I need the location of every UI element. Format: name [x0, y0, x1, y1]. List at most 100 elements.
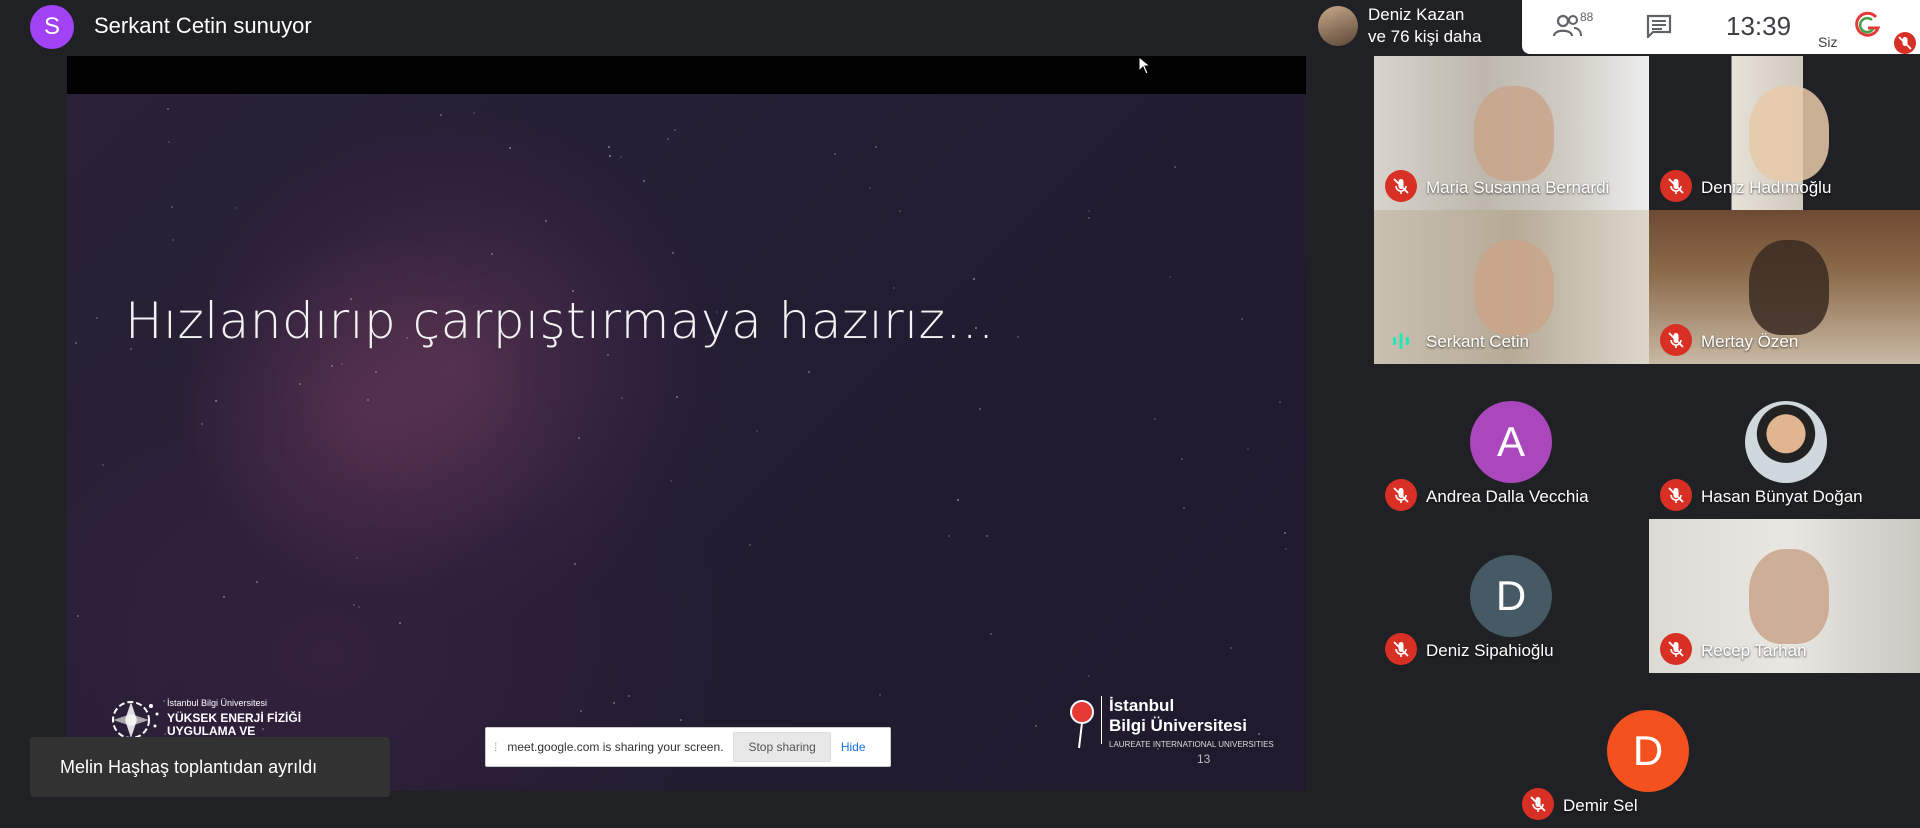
- mic-off-icon: [1660, 170, 1692, 202]
- participant-name: Serkant Cetin: [1426, 332, 1529, 351]
- sharing-status-text: meet.google.com is sharing your screen.: [507, 740, 724, 754]
- presenter-title: Serkant Cetin sunuyor: [94, 13, 312, 38]
- participant-tile[interactable]: A Andrea Dalla Vecchia: [1374, 365, 1649, 519]
- star: [620, 156, 622, 158]
- star: [1279, 401, 1281, 403]
- star: [893, 287, 895, 289]
- bilgi-logo-mark: [1070, 700, 1094, 749]
- audio-wave-icon: [1385, 324, 1417, 356]
- star: [1035, 725, 1037, 727]
- star: [353, 604, 355, 606]
- participant-tile[interactable]: Hasan Bünyat Doğan: [1649, 365, 1920, 519]
- star: [96, 317, 98, 319]
- star: [235, 207, 237, 209]
- star: [672, 252, 674, 254]
- participant-avatar: A: [1470, 401, 1552, 483]
- star: [509, 147, 511, 149]
- participant-tile[interactable]: Maria Susanna Bernardi: [1374, 56, 1649, 210]
- star: [215, 400, 217, 402]
- star: [621, 397, 623, 399]
- star: [608, 146, 610, 148]
- star: [1230, 647, 1232, 649]
- star: [808, 371, 810, 373]
- star: [356, 557, 358, 559]
- star: [367, 399, 369, 401]
- star: [1241, 318, 1243, 320]
- star: [670, 480, 672, 482]
- star: [680, 719, 682, 721]
- hep-logo-line2: UYGULAMA VE: [167, 724, 256, 738]
- star: [676, 396, 678, 398]
- bilgi-university-logo: İstanbul Bilgi Üniversitesi LAUREATE INT…: [1047, 694, 1287, 754]
- slide-heading: Hızlandırıp çarpıştırmaya hazırız...: [125, 292, 995, 350]
- self-mic-off-icon: [1894, 32, 1916, 54]
- participant-avatar: D: [1470, 555, 1552, 637]
- participant-name: Andrea Dalla Vecchia: [1426, 487, 1589, 506]
- star: [990, 633, 992, 635]
- participant-photo: [1745, 401, 1827, 483]
- star: [875, 146, 877, 148]
- bilgi-logo-line1: İstanbul: [1109, 696, 1175, 715]
- hep-logo-university: İstanbul Bilgi Üniversitesi: [167, 698, 268, 708]
- star: [358, 606, 360, 608]
- cursor-icon: [1138, 56, 1152, 75]
- participants-header[interactable]: Deniz Kazan ve 76 kişi daha: [1306, 0, 1522, 54]
- star: [299, 383, 301, 385]
- people-icon[interactable]: [1552, 12, 1582, 40]
- participant-video: [1749, 549, 1829, 644]
- people-count: 88: [1580, 10, 1594, 24]
- star: [957, 499, 959, 501]
- star: [973, 278, 975, 280]
- star: [580, 710, 582, 712]
- hide-button[interactable]: Hide: [841, 740, 866, 754]
- participant-avatar: D: [1607, 710, 1689, 792]
- star: [574, 563, 576, 565]
- participant-name: Maria Susanna Bernardi: [1426, 178, 1610, 197]
- participant-name: Mertay Özen: [1701, 332, 1799, 351]
- avatar: [1318, 6, 1358, 46]
- chat-icon[interactable]: [1646, 14, 1672, 38]
- star: [986, 535, 988, 537]
- participant-tile[interactable]: Serkant Cetin: [1374, 210, 1649, 364]
- star: [628, 695, 630, 697]
- star: [643, 180, 645, 182]
- star: [1174, 166, 1176, 168]
- participant-name: Deniz Sipahioğlu: [1426, 641, 1554, 660]
- participant-name: Hasan Bünyat Doğan: [1701, 487, 1863, 506]
- star: [167, 108, 169, 110]
- presentation-slide: Hızlandırıp çarpıştırmaya hazırız... İst…: [67, 94, 1306, 791]
- meeting-clock: 13:39: [1726, 11, 1792, 41]
- drag-handle-icon[interactable]: ⁞: [494, 740, 497, 754]
- slide-page-number: 13: [1197, 752, 1211, 766]
- star: [545, 220, 547, 222]
- star: [899, 210, 901, 212]
- participant-tile[interactable]: D Demir Sel: [1511, 674, 1786, 828]
- participant-name: Recep Tarhan: [1701, 641, 1807, 660]
- star: [869, 187, 871, 189]
- star: [1169, 276, 1171, 278]
- participant-tile[interactable]: Recep Tarhan: [1649, 519, 1920, 673]
- star: [168, 141, 170, 143]
- participant-video: [1474, 86, 1554, 181]
- participant-name: Demir Sel: [1563, 796, 1638, 815]
- stop-sharing-button[interactable]: Stop sharing: [733, 732, 831, 762]
- star: [834, 153, 836, 155]
- shared-screen: Hızlandırıp çarpıştırmaya hazırız... İst…: [67, 56, 1306, 791]
- star: [1088, 217, 1090, 219]
- participant-tile[interactable]: Mertay Özen: [1649, 210, 1920, 364]
- participant-tile[interactable]: D Deniz Sipahioğlu: [1374, 519, 1649, 673]
- star: [1284, 532, 1286, 534]
- star: [1285, 548, 1287, 550]
- participant-video: [1749, 86, 1829, 181]
- star: [201, 423, 203, 425]
- mic-off-icon: [1660, 324, 1692, 356]
- star: [1247, 448, 1249, 450]
- participant-tile[interactable]: Deniz Hadımoğlu: [1649, 56, 1920, 210]
- screen-sharing-bar: ⁞ meet.google.com is sharing your screen…: [485, 727, 891, 767]
- mic-off-icon: [1385, 170, 1417, 202]
- self-label: Siz: [1818, 34, 1838, 50]
- star: [102, 464, 104, 466]
- participant-name: Deniz Hadımoğlu: [1701, 178, 1832, 197]
- star: [172, 239, 174, 241]
- star: [440, 114, 442, 116]
